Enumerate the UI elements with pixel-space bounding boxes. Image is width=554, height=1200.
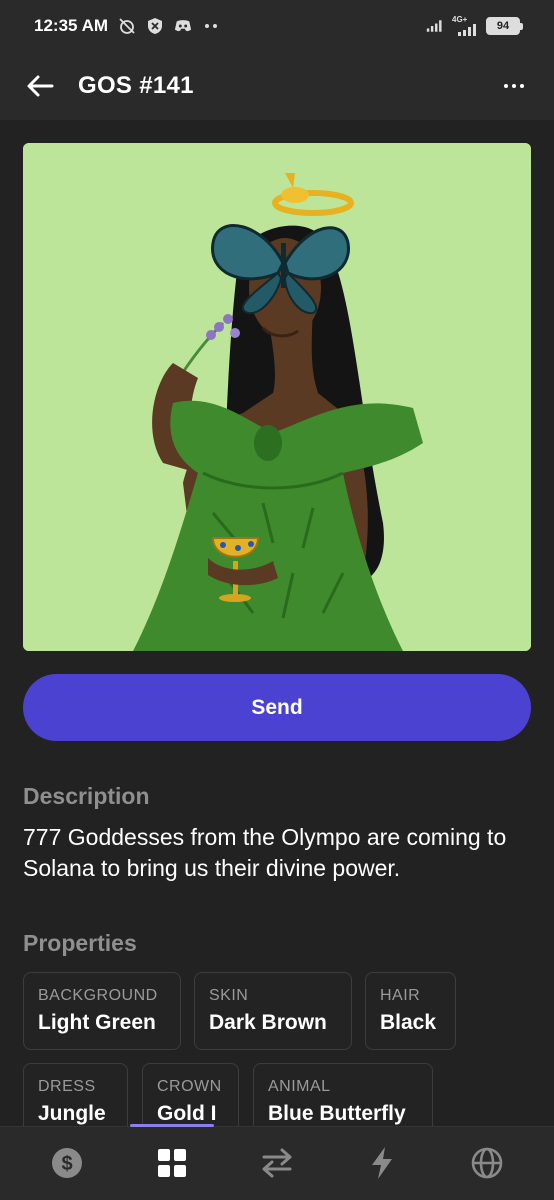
status-bar: 12:35 AM 4G+ 94 (0, 0, 554, 52)
property-value: Gold I (157, 1102, 217, 1125)
shield-icon (146, 17, 164, 35)
globe-icon (471, 1147, 503, 1179)
property-label: HAIR (380, 987, 421, 1004)
network-indicator: 4G+ (452, 16, 478, 36)
property-label: SKIN (209, 987, 249, 1004)
svg-text:$: $ (61, 1153, 72, 1175)
status-right: 4G+ 94 (426, 16, 523, 36)
page-title: GOS #141 (78, 72, 194, 99)
dollar-icon: $ (52, 1148, 82, 1178)
back-arrow-icon (27, 75, 54, 97)
goddess-nft-image (23, 143, 531, 651)
nav-activity[interactable] (364, 1145, 400, 1181)
swap-icon (262, 1148, 292, 1178)
status-icons-left (118, 17, 220, 35)
property-label: DRESS (38, 1078, 96, 1095)
signal-icon (426, 17, 444, 35)
description-text: 777 Goddesses from the Olympo are coming… (23, 824, 507, 881)
property-card-background: BACKGROUND Light Green (23, 972, 181, 1050)
more-options-button[interactable] (498, 70, 530, 102)
property-value: Black (380, 1011, 437, 1034)
property-card-skin: SKIN Dark Brown (194, 972, 352, 1050)
property-value: Light Green (38, 1011, 156, 1034)
lightning-icon (372, 1147, 392, 1179)
nav-collectibles[interactable] (154, 1145, 190, 1181)
network-type: 4G+ (452, 15, 468, 24)
property-label: CROWN (157, 1078, 222, 1095)
status-time: 12:35 AM (34, 16, 109, 35)
active-tab-indicator (130, 1124, 214, 1127)
battery-icon: 94 (486, 17, 523, 35)
property-card-hair: HAIR Black (365, 972, 456, 1050)
more-dots-icon (202, 17, 220, 35)
grid-icon (158, 1149, 186, 1177)
app-header: GOS #141 (0, 52, 554, 120)
nav-browser[interactable] (469, 1145, 505, 1181)
back-button[interactable] (24, 70, 56, 102)
property-label: BACKGROUND (38, 987, 158, 1004)
nav-wallet[interactable]: $ (49, 1145, 85, 1181)
property-value: Blue Butterfly (268, 1102, 406, 1125)
properties-heading: Properties (23, 930, 137, 956)
property-value: Dark Brown (209, 1011, 327, 1034)
signal-icon-2 (458, 24, 476, 36)
more-horizontal-icon (504, 84, 508, 88)
alarm-off-icon (118, 17, 136, 35)
property-label: ANIMAL (268, 1078, 331, 1095)
property-value: Jungle (38, 1102, 106, 1125)
description-heading: Description (23, 783, 150, 809)
send-button[interactable]: Send (23, 674, 531, 741)
nav-swap[interactable] (259, 1145, 295, 1181)
discord-icon (174, 17, 192, 35)
